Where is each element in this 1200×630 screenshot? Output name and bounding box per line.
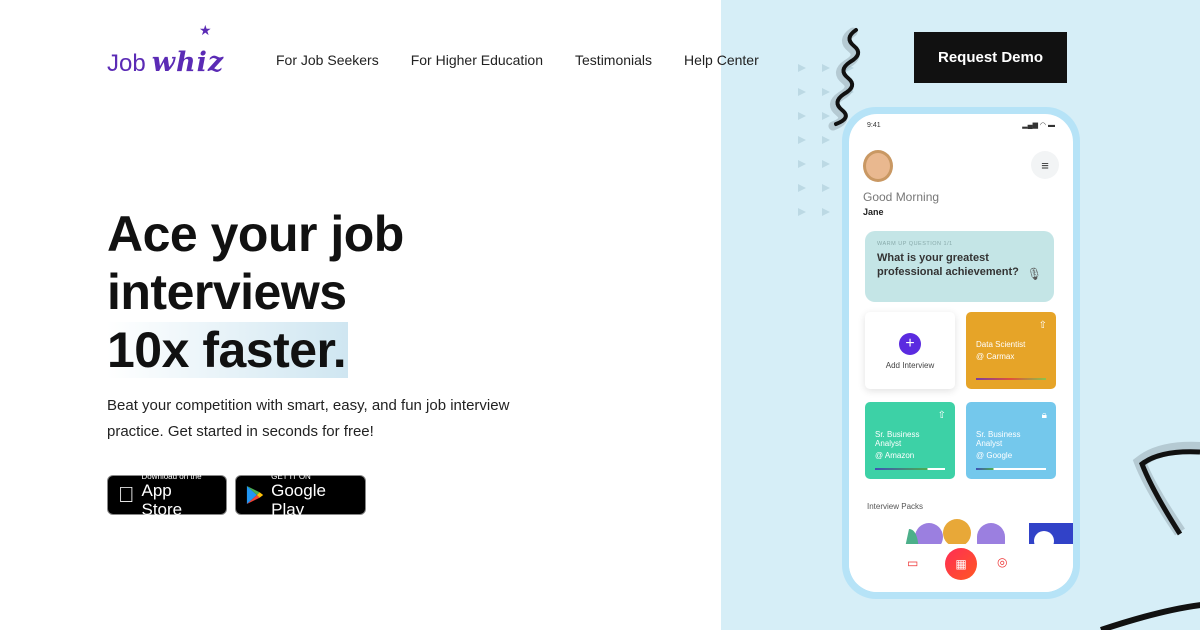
hamburger-menu-icon[interactable]: ≡: [1031, 151, 1059, 179]
profile-icon[interactable]: ◎: [997, 555, 1007, 569]
headline-highlight: 10x faster.: [107, 322, 349, 378]
status-icons: ▂▄▆ ◠ ▬: [1022, 122, 1055, 129]
hero-headline: Ace your job interviews 10x faster.: [107, 205, 404, 379]
avatar: [863, 150, 893, 182]
microphone-icon[interactable]: 🎙: [1027, 267, 1042, 281]
nav-for-higher-education[interactable]: For Higher Education: [411, 52, 543, 68]
star-icon: ★: [199, 22, 212, 38]
progress-bar: [976, 468, 1046, 470]
request-demo-button[interactable]: Request Demo: [914, 32, 1067, 83]
headline-line-1: Ace your job: [107, 206, 404, 262]
status-time: 9:41: [867, 122, 881, 129]
user-name: Jane: [863, 207, 884, 217]
interview-card[interactable]: ⇧ Data Scientist @ Carmax: [966, 312, 1056, 389]
main-nav: For Job Seekers For Higher Education Tes…: [276, 52, 759, 68]
home-grid-button[interactable]: ▦: [945, 548, 977, 580]
hero-subtitle: Beat your competition with smart, easy, …: [107, 397, 510, 440]
chat-icon[interactable]: ▭: [907, 556, 918, 570]
interview-packs-label: Interview Packs: [867, 502, 924, 511]
plus-icon: +: [899, 333, 921, 355]
add-interview-card[interactable]: + Add Interview: [865, 312, 955, 389]
bottom-nav: ▭ ▦ ◎: [849, 544, 1073, 592]
rocket-icon: ⇧: [937, 410, 946, 421]
nav-help-center[interactable]: Help Center: [684, 52, 759, 68]
interview-card[interactable]: 🔒︎ Sr. Business Analyst @ Google: [966, 402, 1056, 479]
progress-bar: [976, 378, 1046, 380]
google-play-icon: [246, 485, 264, 505]
warmup-question-card[interactable]: WARM UP QUESTION 1/1 What is your greate…: [865, 231, 1054, 302]
apple-icon: : [118, 482, 135, 508]
nav-for-job-seekers[interactable]: For Job Seekers: [276, 52, 379, 68]
rocket-icon: ⇧: [1038, 320, 1047, 331]
lock-icon: 🔒︎: [1041, 410, 1047, 421]
interview-card[interactable]: ⇧ Sr. Business Analyst @ Amazon: [865, 402, 955, 479]
phone-screen: 9:41 ▂▄▆ ◠ ▬ ≡ Good Morning Jane WARM UP…: [849, 114, 1073, 592]
google-play-button[interactable]: GET IT ON Google Play: [235, 472, 366, 519]
jobwhiz-logo[interactable]: Job whiz ★: [107, 22, 224, 78]
phone-mockup: 9:41 ▂▄▆ ◠ ▬ ≡ Good Morning Jane WARM UP…: [842, 107, 1080, 599]
nav-testimonials[interactable]: Testimonials: [575, 52, 652, 68]
greeting: Good Morning: [863, 190, 940, 204]
headline-line-2: interviews: [107, 264, 347, 320]
progress-bar: [875, 468, 945, 470]
app-store-button[interactable]:  Download on theApp Store: [107, 472, 227, 519]
